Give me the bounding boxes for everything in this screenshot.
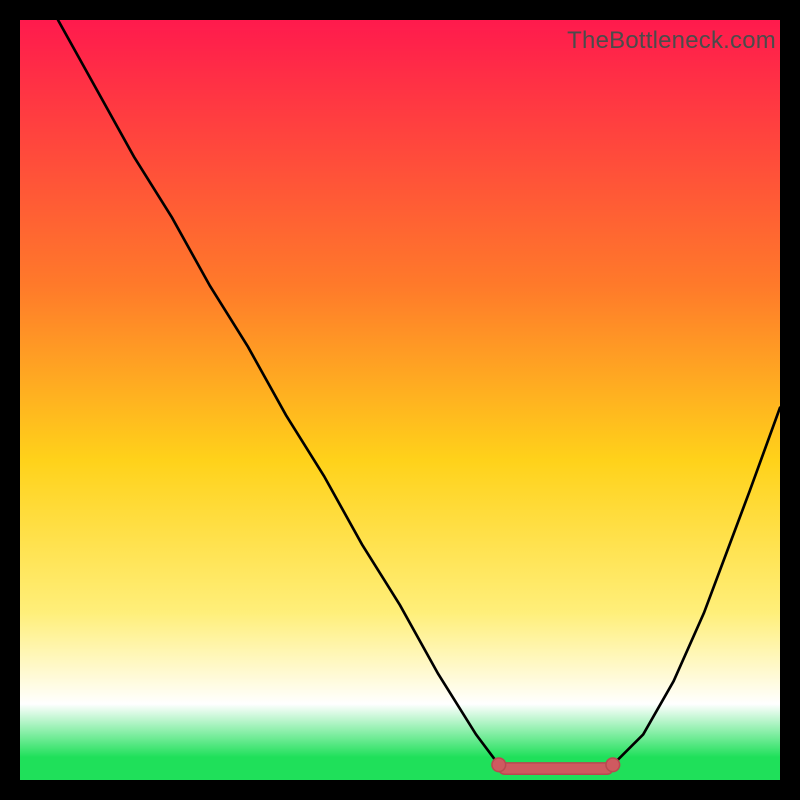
chart-container: TheBottleneck.com bbox=[0, 0, 800, 800]
plot-area bbox=[20, 20, 780, 780]
optimal-range-right-marker bbox=[606, 758, 620, 772]
bottleneck-curve bbox=[58, 20, 780, 772]
optimal-range-bar bbox=[499, 763, 613, 774]
optimal-range-left-marker bbox=[492, 758, 506, 772]
curve-layer bbox=[20, 20, 780, 780]
